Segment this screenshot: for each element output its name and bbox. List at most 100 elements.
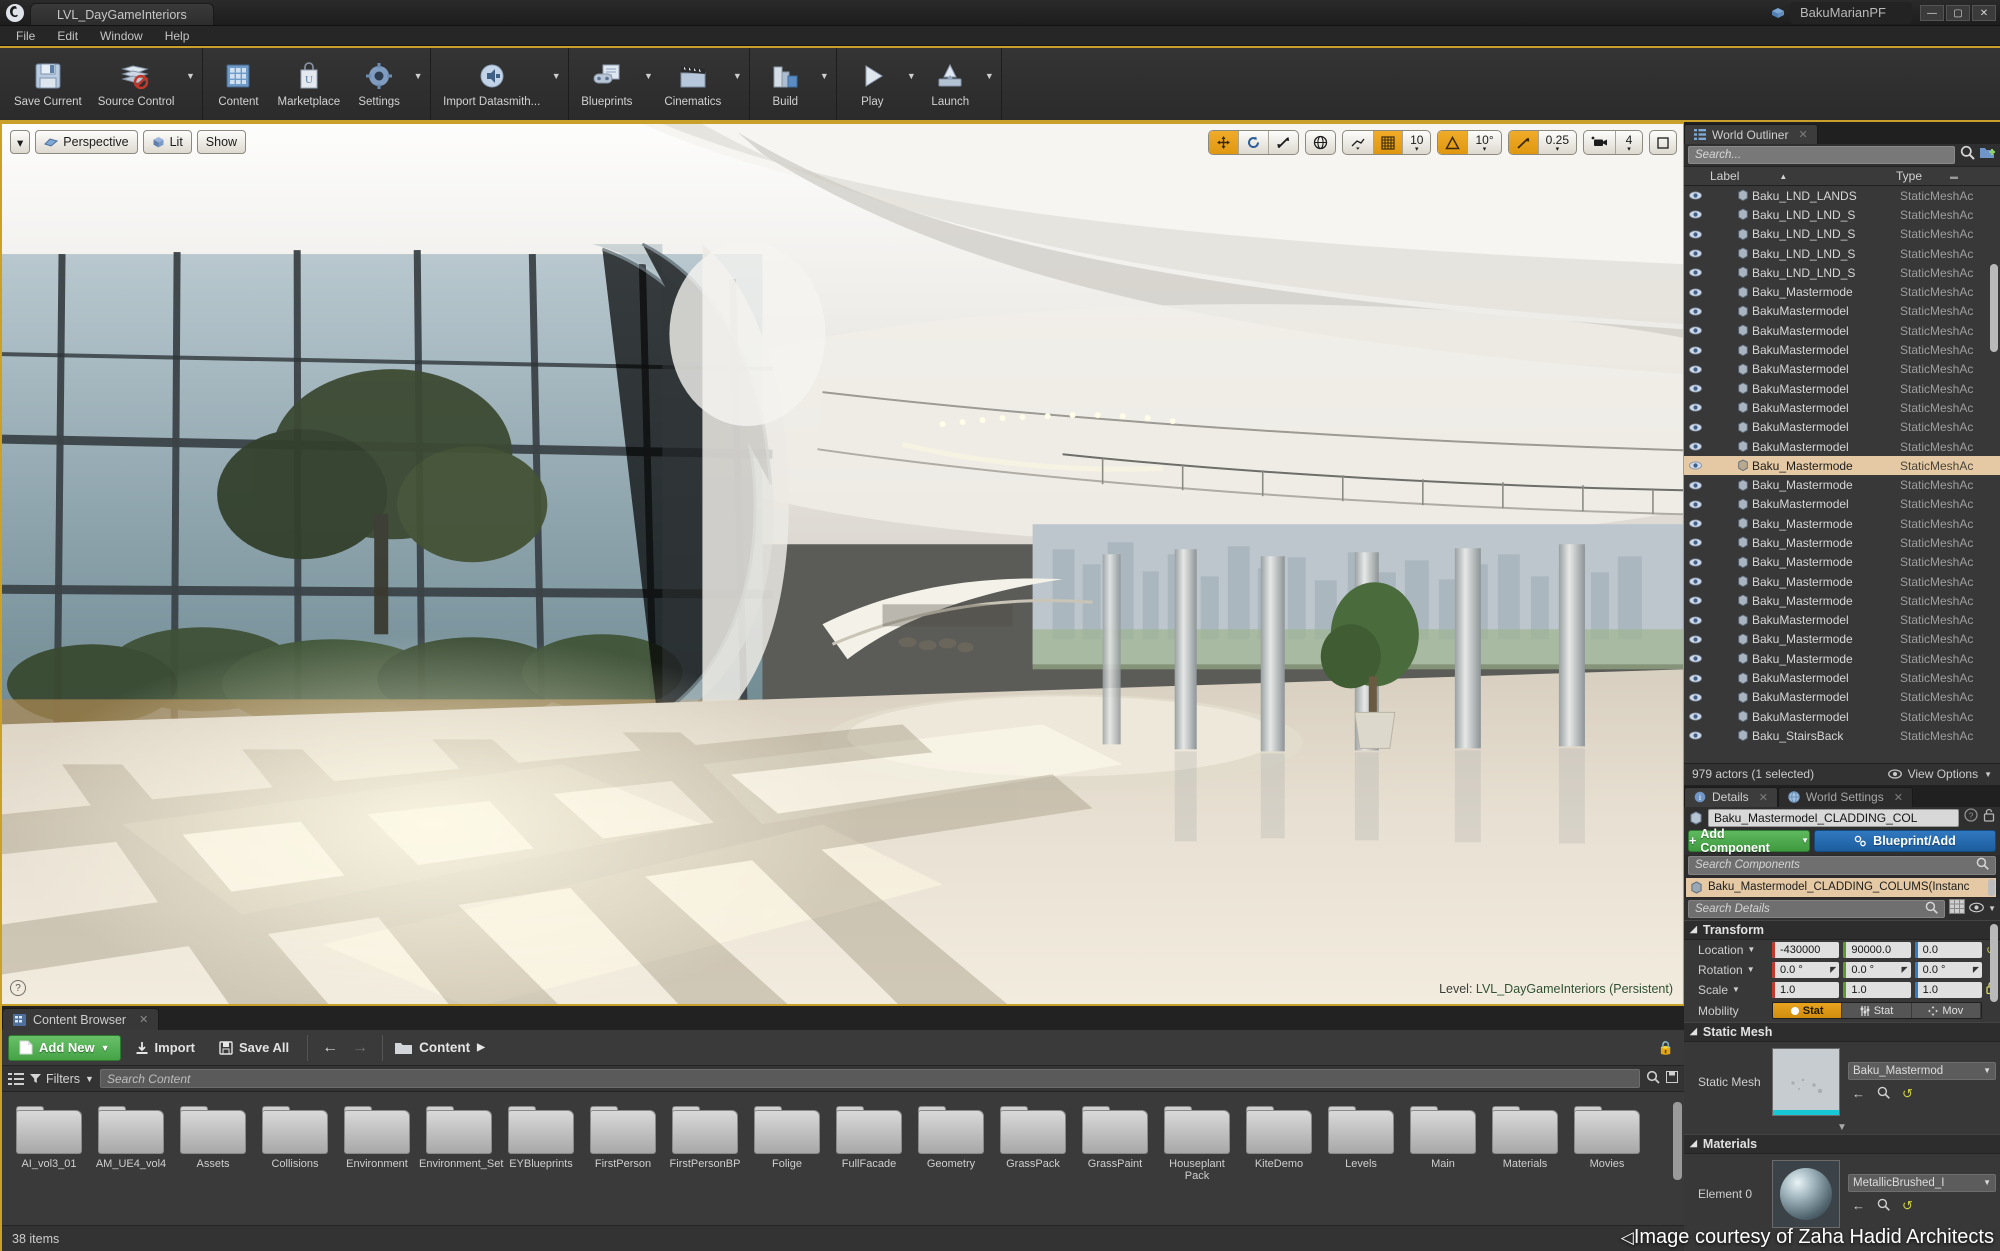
content-folder-item[interactable]: GrassPaint — [1074, 1106, 1156, 1170]
content-folder-item[interactable]: KiteDemo — [1238, 1106, 1320, 1170]
breadcrumb[interactable]: Content ▶ — [391, 1040, 485, 1055]
save-current-button[interactable]: Save Current — [6, 48, 90, 120]
content-folder-item[interactable]: Assets — [172, 1106, 254, 1170]
visibility-eye-icon[interactable] — [1688, 268, 1702, 277]
outliner-row[interactable]: BakuMastermodelStaticMeshAc — [1684, 321, 2000, 340]
content-folder-item[interactable]: GrassPack — [992, 1106, 1074, 1170]
angle-snap-icon[interactable] — [1438, 131, 1468, 154]
reset-arrow-icon[interactable]: ↺ — [1902, 1086, 1913, 1102]
outliner-row[interactable]: BakuMastermodelStaticMeshAc — [1684, 379, 2000, 398]
search-icon[interactable] — [1646, 1070, 1660, 1087]
visibility-eye-icon[interactable] — [1688, 230, 1702, 239]
outliner-row[interactable]: Baku_MastermodeStaticMeshAc — [1684, 282, 2000, 301]
scale-snap-icon[interactable] — [1509, 131, 1539, 154]
chevron-down-icon[interactable]: ▼ — [1988, 904, 1996, 913]
close-button[interactable]: ✕ — [1972, 5, 1996, 21]
magnifier-icon[interactable] — [1877, 1086, 1890, 1102]
cinematics-button[interactable]: Cinematics — [656, 48, 729, 120]
search-icon[interactable] — [1960, 145, 1975, 165]
visibility-eye-icon[interactable] — [1688, 654, 1702, 663]
spinner-icon[interactable]: ◤ — [1825, 965, 1836, 974]
content-folder-item[interactable]: Geometry — [910, 1106, 992, 1170]
visibility-eye-icon[interactable] — [1688, 191, 1702, 200]
static-mesh-section-header[interactable]: ◢ Static Mesh — [1684, 1022, 2000, 1042]
scale-z-field[interactable]: 1.0 — [1915, 982, 1982, 998]
transform-section-header[interactable]: ◢ Transform — [1684, 920, 2000, 940]
camera-speed-value[interactable]: 4▾ — [1616, 131, 1642, 154]
add-new-button[interactable]: Add New ▼ — [8, 1035, 121, 1061]
scale-y-field[interactable]: 1.0 — [1843, 982, 1910, 998]
play-button[interactable]: Play — [841, 48, 903, 120]
lock-icon[interactable]: 🔒 — [1658, 1040, 1678, 1056]
content-folder-item[interactable]: AI_vol3_01 — [8, 1106, 90, 1170]
angle-snap-value[interactable]: 10°▾ — [1468, 131, 1500, 154]
visibility-eye-icon[interactable] — [1688, 674, 1702, 683]
content-folder-item[interactable]: FullFacade — [828, 1106, 910, 1170]
filters-button[interactable]: Filters ▼ — [30, 1072, 94, 1086]
add-component-button[interactable]: + Add Component ▼ — [1688, 830, 1810, 852]
forward-arrow-icon[interactable]: → — [346, 1039, 374, 1057]
scale-gizmo-icon[interactable] — [1269, 131, 1298, 154]
datasmith-caret-icon[interactable]: ▼ — [548, 48, 564, 120]
outliner-search-input[interactable]: Search... — [1688, 146, 1955, 164]
menu-edit[interactable]: Edit — [47, 27, 88, 45]
visibility-eye-icon[interactable] — [1688, 596, 1702, 605]
spinner-icon[interactable]: ◤ — [1897, 965, 1908, 974]
content-folder-item[interactable]: FirstPerson — [582, 1106, 664, 1170]
outliner-row[interactable]: BakuMastermodelStaticMeshAc — [1684, 437, 2000, 456]
tab-world-outliner[interactable]: World Outliner ✕ — [1684, 124, 1818, 144]
cinematics-caret-icon[interactable]: ▼ — [729, 48, 745, 120]
visibility-eye-icon[interactable] — [1688, 423, 1702, 432]
outliner-row[interactable]: Baku_MastermodeStaticMeshAc — [1684, 572, 2000, 591]
outliner-row[interactable]: Baku_MastermodeStaticMeshAc — [1684, 456, 2000, 475]
surface-snap-icon[interactable] — [1343, 131, 1374, 154]
outliner-row[interactable]: BakuMastermodelStaticMeshAc — [1684, 340, 2000, 359]
outliner-row[interactable]: Baku_LND_LANDSStaticMeshAc — [1684, 186, 2000, 205]
content-folder-item[interactable]: FirstPersonBP — [664, 1106, 746, 1170]
visibility-eye-icon[interactable] — [1688, 616, 1702, 625]
lock-icon[interactable] — [1983, 808, 1995, 827]
component-search-input[interactable]: Search Components — [1688, 856, 1996, 875]
visibility-eye-icon[interactable] — [1688, 249, 1702, 258]
marketplace-button[interactable]: U Marketplace — [269, 48, 348, 120]
menu-window[interactable]: Window — [90, 27, 153, 45]
content-folder-item[interactable]: Collisions — [254, 1106, 336, 1170]
viewport-camera-type[interactable]: Perspective — [35, 130, 137, 154]
visibility-eye-icon[interactable] — [1688, 365, 1702, 374]
location-x-field[interactable]: -430000 — [1772, 942, 1839, 958]
visibility-eye-icon[interactable] — [1688, 519, 1702, 528]
material-asset-picker[interactable]: MetallicBrushed_I ▼ — [1848, 1174, 1996, 1192]
reset-arrow-icon[interactable]: ↺ — [1902, 1198, 1913, 1214]
outliner-row[interactable]: BakuMastermodelStaticMeshAc — [1684, 707, 2000, 726]
static-mesh-asset-picker[interactable]: Baku_Mastermod ▼ — [1848, 1062, 1996, 1080]
material-thumbnail[interactable] — [1772, 1160, 1840, 1228]
create-folder-icon[interactable] — [1980, 146, 1996, 165]
outliner-list[interactable]: Baku_LND_LANDSStaticMeshAc Baku_LND_LND_S… — [1684, 186, 2000, 763]
content-folder-item[interactable]: Environment_Set — [418, 1106, 500, 1170]
eye-icon[interactable] — [1969, 900, 1984, 918]
grid-snap-value[interactable]: 10▾ — [1403, 131, 1430, 154]
outliner-row[interactable]: BakuMastermodelStaticMeshAc — [1684, 668, 2000, 687]
content-folder-item[interactable]: Materials — [1484, 1106, 1566, 1170]
visibility-eye-icon[interactable] — [1688, 577, 1702, 586]
import-datasmith-button[interactable]: Import Datasmith... — [435, 48, 548, 120]
visibility-eye-icon[interactable] — [1688, 731, 1702, 740]
content-folder-item[interactable]: Folige — [746, 1106, 828, 1170]
details-search-input[interactable]: Search Details — [1688, 900, 1945, 918]
visibility-eye-icon[interactable] — [1688, 693, 1702, 702]
close-icon[interactable]: ✕ — [1894, 791, 1903, 804]
back-arrow-icon[interactable]: ← — [316, 1039, 344, 1057]
view-options-button[interactable]: View Options ▼ — [1888, 767, 1992, 781]
outliner-type-column[interactable]: Type ▬ — [1896, 169, 2000, 183]
tab-content-browser[interactable]: Content Browser ✕ — [2, 1008, 159, 1030]
menu-file[interactable]: File — [6, 27, 45, 45]
save-search-icon[interactable] — [1666, 1071, 1678, 1086]
breadcrumb-caret-icon[interactable]: ▶ — [477, 1042, 485, 1053]
outliner-row[interactable]: Baku_MastermodeStaticMeshAc — [1684, 475, 2000, 494]
outliner-row[interactable]: Baku_LND_LND_SStaticMeshAc — [1684, 225, 2000, 244]
visibility-eye-icon[interactable] — [1688, 403, 1702, 412]
blueprints-button[interactable]: Blueprints — [573, 48, 640, 120]
viewport-options-menu[interactable]: ▾ — [10, 130, 30, 154]
close-icon[interactable]: ✕ — [1798, 128, 1807, 141]
grid-snap-icon[interactable] — [1374, 131, 1403, 154]
